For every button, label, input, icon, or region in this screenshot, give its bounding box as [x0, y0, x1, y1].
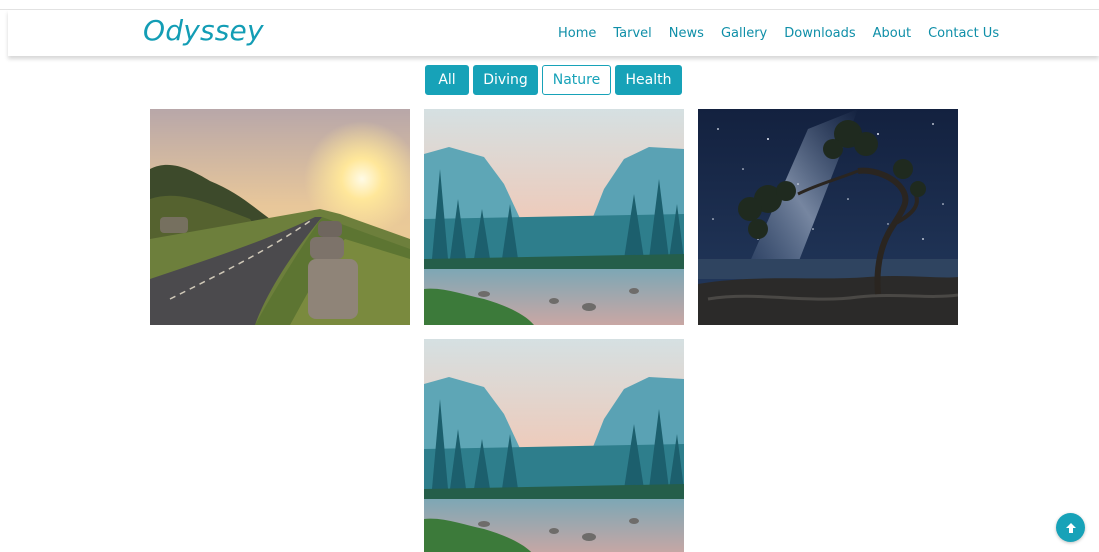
filter-nature-button[interactable]: Nature [542, 65, 611, 95]
nav-travel[interactable]: Tarvel [613, 27, 651, 41]
gallery-photo-valley-river-2[interactable] [424, 339, 684, 552]
arrow-up-icon [1065, 522, 1076, 533]
main-nav: Home Tarvel News Gallery Downloads About… [558, 27, 1016, 41]
nav-downloads[interactable]: Downloads [784, 27, 855, 41]
gallery-photo-valley-river[interactable] [424, 109, 684, 325]
nav-about[interactable]: About [873, 27, 911, 41]
sunrise-road-image [150, 109, 410, 325]
filter-diving-button[interactable]: Diving [473, 65, 538, 95]
milky-way-tree-image [698, 109, 958, 325]
nav-gallery[interactable]: Gallery [721, 27, 767, 41]
valley-river-image [424, 109, 684, 325]
nav-home[interactable]: Home [558, 27, 596, 41]
nav-news[interactable]: News [669, 27, 704, 41]
filter-all-button[interactable]: All [425, 65, 469, 95]
filter-health-button[interactable]: Health [615, 65, 682, 95]
back-to-top-button[interactable] [1056, 513, 1085, 542]
gallery-photo-milky-way-tree[interactable] [698, 109, 958, 325]
nav-contact[interactable]: Contact Us [928, 27, 999, 41]
site-logo[interactable]: Odyssey [143, 14, 264, 47]
gallery-photo-sunrise-road[interactable] [150, 109, 410, 325]
valley-river-image [424, 339, 684, 552]
gallery-filters: All Diving Nature Health [425, 65, 686, 95]
